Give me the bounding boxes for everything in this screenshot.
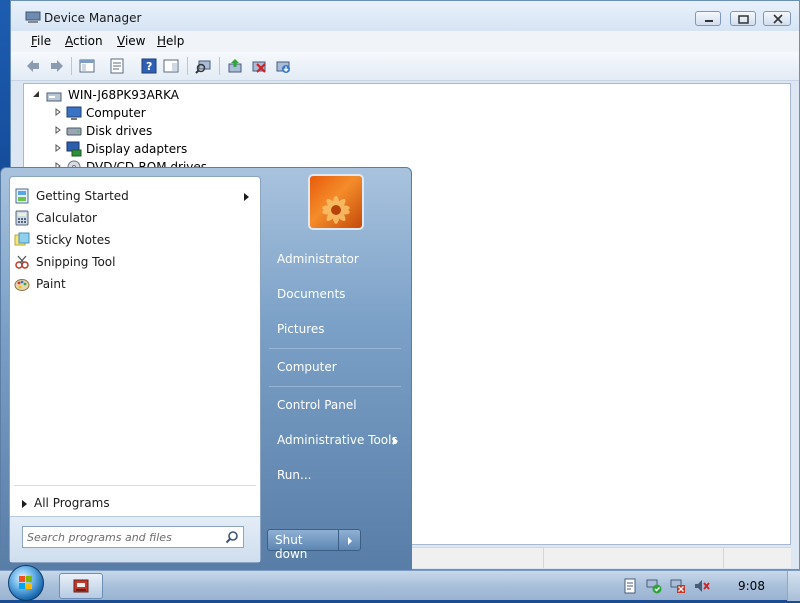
start-button[interactable] bbox=[8, 565, 44, 601]
programs-pane: Getting Started Calculator Sticky Notes … bbox=[9, 176, 261, 563]
snipping-tool-icon bbox=[15, 255, 29, 269]
restore-icon bbox=[738, 15, 749, 24]
menu-file[interactable]: File bbox=[31, 34, 51, 48]
clock[interactable]: 9:08 bbox=[738, 579, 765, 593]
submenu-arrow-icon bbox=[393, 437, 398, 445]
menu-view[interactable]: View bbox=[117, 34, 145, 48]
user-picture[interactable] bbox=[308, 174, 364, 230]
svg-text:?: ? bbox=[146, 60, 152, 73]
status-divider bbox=[723, 548, 725, 568]
computer-name-icon bbox=[46, 92, 62, 102]
display-adapter-icon bbox=[66, 141, 82, 157]
program-getting-started[interactable]: Getting Started bbox=[14, 185, 256, 207]
tree-item-disk-drives[interactable]: Disk drives bbox=[54, 122, 254, 140]
network-disconnected-icon[interactable] bbox=[670, 578, 686, 594]
sticky-notes-icon bbox=[14, 232, 30, 246]
properties-icon[interactable] bbox=[109, 58, 125, 74]
program-snipping-tool[interactable]: Snipping Tool bbox=[14, 251, 256, 273]
tree-item-computer[interactable]: Computer bbox=[54, 104, 254, 122]
status-divider bbox=[543, 548, 545, 568]
search-area bbox=[10, 516, 260, 562]
calculator-icon bbox=[15, 210, 29, 226]
network-icon[interactable] bbox=[646, 578, 662, 594]
toolbar-separator bbox=[71, 57, 72, 75]
submenu-arrow-icon bbox=[244, 193, 249, 201]
taskbar: 9:08 bbox=[0, 565, 800, 601]
program-calculator[interactable]: Calculator bbox=[14, 207, 256, 229]
device-manager-icon bbox=[25, 11, 41, 23]
program-paint[interactable]: Paint bbox=[14, 273, 256, 295]
programs-separator bbox=[14, 485, 256, 486]
menu-help[interactable]: Help bbox=[157, 34, 184, 48]
action-center-icon[interactable] bbox=[622, 578, 638, 594]
help-icon[interactable]: ? bbox=[141, 58, 157, 74]
expanded-arrow-icon[interactable] bbox=[32, 90, 40, 98]
toolbar-separator bbox=[187, 57, 188, 75]
action-pane-icon[interactable] bbox=[163, 58, 179, 74]
chevron-right-icon bbox=[348, 537, 352, 545]
minimize-icon bbox=[705, 20, 713, 22]
uninstall-device-icon[interactable] bbox=[275, 58, 291, 74]
computer-icon bbox=[66, 106, 82, 120]
title-bar[interactable]: Device Manager bbox=[11, 1, 799, 31]
close-button[interactable] bbox=[763, 11, 791, 26]
forward-icon[interactable] bbox=[49, 58, 65, 74]
tree-item-label: Display adapters bbox=[86, 142, 188, 156]
start-item-computer[interactable]: Computer bbox=[269, 354, 403, 380]
back-icon[interactable] bbox=[25, 58, 41, 74]
right-separator bbox=[269, 348, 401, 349]
all-programs-button[interactable]: All Programs bbox=[18, 493, 254, 515]
getting-started-icon bbox=[15, 188, 29, 204]
collapsed-arrow-icon[interactable] bbox=[54, 144, 62, 152]
all-programs-arrow-icon bbox=[22, 500, 27, 508]
tree-item-label: Disk drives bbox=[86, 124, 153, 138]
start-menu: Getting Started Calculator Sticky Notes … bbox=[0, 167, 412, 570]
search-box[interactable] bbox=[22, 526, 244, 548]
flower-picture-icon bbox=[322, 196, 350, 224]
tree-root[interactable]: WIN-J68PK93ARKA bbox=[32, 86, 232, 104]
shutdown-button[interactable]: Shut down bbox=[267, 529, 339, 561]
tree-item-label: Computer bbox=[86, 106, 146, 120]
menu-bar: File Action View Help bbox=[11, 31, 799, 52]
maximize-button[interactable] bbox=[730, 11, 756, 26]
disable-device-icon[interactable] bbox=[251, 58, 267, 74]
taskbar-device-manager-button[interactable] bbox=[59, 573, 103, 599]
scan-hardware-icon[interactable] bbox=[195, 58, 211, 74]
disk-drive-icon bbox=[66, 127, 82, 136]
show-desktop-button[interactable] bbox=[787, 571, 800, 601]
volume-muted-icon[interactable] bbox=[694, 578, 710, 594]
search-icon[interactable] bbox=[225, 530, 239, 544]
start-item-control-panel[interactable]: Control Panel bbox=[269, 392, 403, 418]
toolbar: ? bbox=[11, 52, 799, 81]
tree-item-display-adapters[interactable]: Display adapters bbox=[54, 140, 254, 158]
menu-action[interactable]: Action bbox=[65, 34, 103, 48]
shutdown-options-button[interactable] bbox=[339, 529, 361, 551]
update-driver-icon[interactable] bbox=[227, 58, 243, 74]
program-sticky-notes[interactable]: Sticky Notes bbox=[14, 229, 256, 251]
window-title: Device Manager bbox=[44, 11, 142, 25]
search-input[interactable] bbox=[27, 529, 217, 545]
collapsed-arrow-icon[interactable] bbox=[54, 126, 62, 134]
minimize-button[interactable] bbox=[695, 11, 721, 26]
collapsed-arrow-icon[interactable] bbox=[54, 108, 62, 116]
start-item-pictures[interactable]: Pictures bbox=[269, 316, 403, 342]
right-separator bbox=[269, 386, 401, 387]
toolbar-separator bbox=[219, 57, 220, 75]
close-icon bbox=[773, 14, 783, 24]
start-item-documents[interactable]: Documents bbox=[269, 281, 403, 307]
start-item-run[interactable]: Run... bbox=[269, 462, 403, 488]
paint-icon bbox=[14, 279, 30, 291]
start-item-administrative-tools[interactable]: Administrative Tools bbox=[269, 427, 403, 453]
device-manager-taskbar-icon bbox=[73, 579, 89, 593]
tree-root-label: WIN-J68PK93ARKA bbox=[68, 88, 179, 102]
start-item-administrator[interactable]: Administrator bbox=[269, 246, 403, 272]
show-hide-console-icon[interactable] bbox=[79, 58, 95, 74]
windows-logo-icon bbox=[19, 576, 32, 589]
